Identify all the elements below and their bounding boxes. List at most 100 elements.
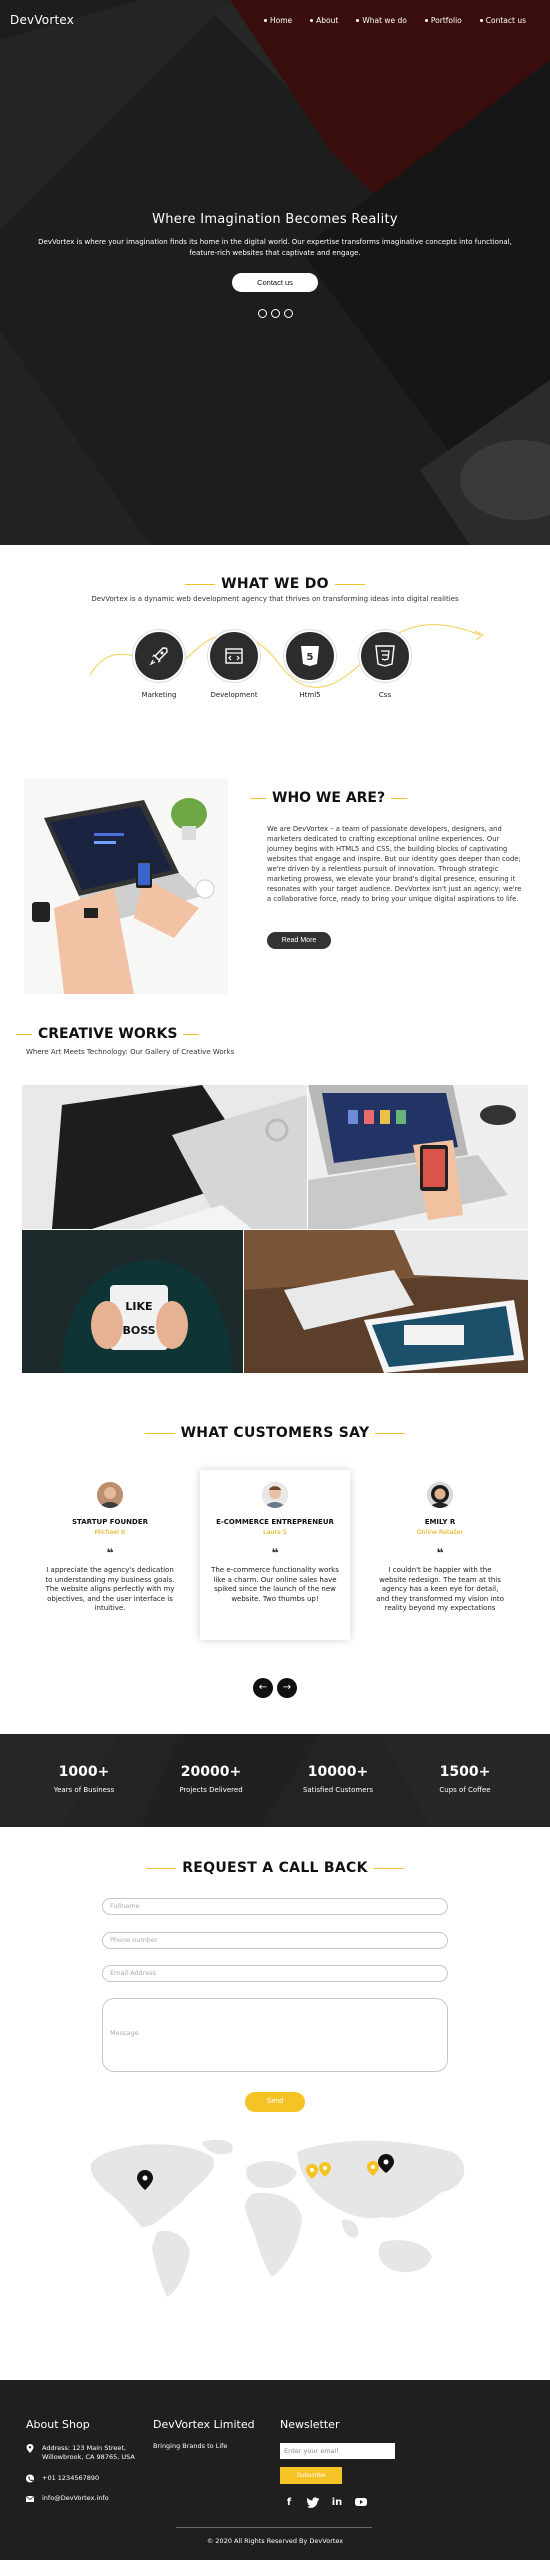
- top-nav: DevVortex Home About What we do Portfoli…: [0, 0, 550, 40]
- brand-logo[interactable]: DevVortex: [10, 13, 74, 27]
- svg-text:5: 5: [307, 652, 314, 663]
- youtube-icon[interactable]: [355, 2497, 367, 2509]
- nav-item-home[interactable]: Home: [263, 15, 293, 25]
- footer-divider: [176, 2527, 372, 2528]
- stat-number: 10000+: [307, 1764, 369, 1780]
- fullname-input[interactable]: Fullname: [102, 1898, 448, 1915]
- stat-label: Projects Delivered: [179, 1786, 243, 1794]
- footer-email: info@DevVortex.info: [25, 2494, 109, 2503]
- what-we-do-subtitle: DevVortex is a dynamic web development a…: [91, 595, 459, 603]
- testimonial-name: E-COMMERCE ENTREPRENEUR: [216, 1518, 334, 1526]
- services-list: Marketing Development 5 Html5 Css: [130, 630, 430, 710]
- arrow-left-icon[interactable]: ←: [253, 1678, 273, 1698]
- testimonial-arrows: ← →: [253, 1678, 297, 1698]
- stat-number: 1500+: [439, 1764, 491, 1780]
- service-html5[interactable]: 5 Html5: [283, 630, 337, 699]
- title-text: CREATIVE WORKS: [38, 1026, 178, 1042]
- twitter-icon[interactable]: [306, 2497, 319, 2509]
- phone-text[interactable]: +01 1234567890: [42, 2474, 99, 2483]
- contact-us-button[interactable]: Contact us: [232, 273, 318, 292]
- hero-section: DevVortex Home About What we do Portfoli…: [0, 0, 550, 545]
- social-links: f in: [283, 2497, 367, 2509]
- service-marketing[interactable]: Marketing: [132, 630, 186, 699]
- testimonial-card: STARTUP FOUNDER Michael B ❝ I appreciate…: [35, 1470, 185, 1640]
- title-text: WHO WE ARE?: [272, 790, 386, 806]
- testimonial-card-active: E-COMMERCE ENTREPRENEUR Laura S ❝ The e-…: [200, 1470, 350, 1640]
- facebook-icon[interactable]: f: [283, 2497, 295, 2509]
- quote-icon: ❝: [436, 1546, 444, 1560]
- html5-icon: 5: [284, 630, 336, 682]
- phone-input[interactable]: Phone number: [102, 1932, 448, 1949]
- stat-coffee: 1500+ Cups of Coffee: [405, 1764, 525, 1794]
- gallery-image-mug[interactable]: LIKE BOSS: [22, 1230, 243, 1373]
- location-pin-icon: [26, 2444, 34, 2453]
- read-more-button[interactable]: Read More: [267, 932, 331, 949]
- arrow-right-icon[interactable]: →: [277, 1678, 297, 1698]
- service-label: Css: [378, 691, 392, 699]
- email-input[interactable]: Email Address: [102, 1965, 448, 1982]
- service-development[interactable]: Development: [207, 630, 261, 699]
- who-we-are-image: [24, 778, 228, 994]
- quote-icon: ❝: [106, 1546, 114, 1560]
- phone-icon: [26, 2474, 34, 2483]
- nav-item-portfolio[interactable]: Portfolio: [424, 15, 462, 25]
- bullet-icon: [479, 18, 483, 22]
- gallery-image-notebooks[interactable]: [22, 1085, 307, 1229]
- svg-text:LIKE: LIKE: [125, 1300, 152, 1313]
- nav-item-contact[interactable]: Contact us: [479, 15, 526, 25]
- footer-about-title: About Shop: [26, 2418, 90, 2431]
- avatar: [427, 1482, 453, 1508]
- linkedin-icon[interactable]: in: [331, 2497, 343, 2509]
- stat-label: Cups of Coffee: [439, 1786, 491, 1794]
- email-text[interactable]: info@DevVortex.info: [42, 2494, 109, 2503]
- code-window-icon: [208, 630, 260, 682]
- hero-title: Where Imagination Becomes Reality: [152, 212, 398, 227]
- nav-item-about[interactable]: About: [310, 16, 338, 25]
- subscribe-button[interactable]: Subscribe: [280, 2467, 342, 2484]
- mail-icon: [25, 2494, 35, 2503]
- gallery-image-workspace[interactable]: [244, 1230, 528, 1373]
- avatar: [262, 1482, 288, 1508]
- carousel-dot[interactable]: [257, 309, 267, 318]
- who-we-are-text: We are DevVortex – a team of passionate …: [267, 825, 522, 903]
- service-label: Marketing: [141, 691, 177, 699]
- testimonial-role: Michael B: [94, 1529, 126, 1536]
- nav-menu: Home About What we do Portfolio Contact …: [263, 15, 526, 25]
- testimonial-card: EMILY R Online Retailer ❝ I couldn't be …: [365, 1470, 515, 1640]
- bullet-icon: [424, 18, 428, 22]
- service-css[interactable]: Css: [358, 630, 412, 699]
- footer-brand-title: DevVortex Limited: [153, 2418, 255, 2431]
- bullet-icon: [310, 18, 314, 22]
- testimonial-role: Laura S: [263, 1529, 287, 1536]
- newsletter-email-input[interactable]: Enter your email: [280, 2443, 395, 2459]
- title-text: WHAT CUSTOMERS SAY: [180, 1425, 370, 1441]
- footer-newsletter-title: Newsletter: [280, 2418, 340, 2431]
- bullet-icon: [356, 18, 360, 22]
- stat-years: 1000+ Years of Business: [24, 1764, 144, 1794]
- creative-works-subtitle: Where Art Meets Technology: Our Gallery …: [26, 1048, 235, 1056]
- stat-label: Satisfied Customers: [302, 1786, 374, 1794]
- bullet-icon: [263, 18, 267, 22]
- nav-label: About: [316, 15, 339, 25]
- gallery-image-laptop-phone[interactable]: [308, 1085, 528, 1229]
- carousel-dot[interactable]: [283, 309, 293, 318]
- stats-band: 1000+ Years of Business 20000+ Projects De…: [0, 1734, 550, 1827]
- hero-carousel-dots: [20, 309, 530, 318]
- nav-label: Home: [269, 15, 293, 25]
- testimonial-role: Online Retailer: [416, 1529, 464, 1536]
- nav-label: Contact us: [485, 15, 526, 25]
- carousel-dot[interactable]: [270, 309, 280, 318]
- world-map: [90, 2139, 465, 2297]
- creative-works-gallery: LIKE BOSS: [22, 1085, 528, 1373]
- title-text: WHAT WE DO: [221, 576, 329, 592]
- hero-content: Where Imagination Becomes Reality DevVor…: [20, 212, 530, 318]
- message-textarea[interactable]: Message: [102, 1998, 448, 2072]
- avatar: [97, 1482, 123, 1508]
- callback-title: REQUEST A CALL BACK: [0, 1860, 550, 1876]
- stat-customers: 10000+ Satisfied Customers: [278, 1764, 398, 1794]
- testimonial-name: STARTUP FOUNDER: [71, 1518, 149, 1526]
- send-button[interactable]: Send: [245, 2092, 305, 2112]
- svg-text:BOSS: BOSS: [122, 1324, 155, 1337]
- nav-item-what-we-do[interactable]: What we do: [356, 16, 407, 25]
- nav-label: Portfolio: [430, 15, 462, 25]
